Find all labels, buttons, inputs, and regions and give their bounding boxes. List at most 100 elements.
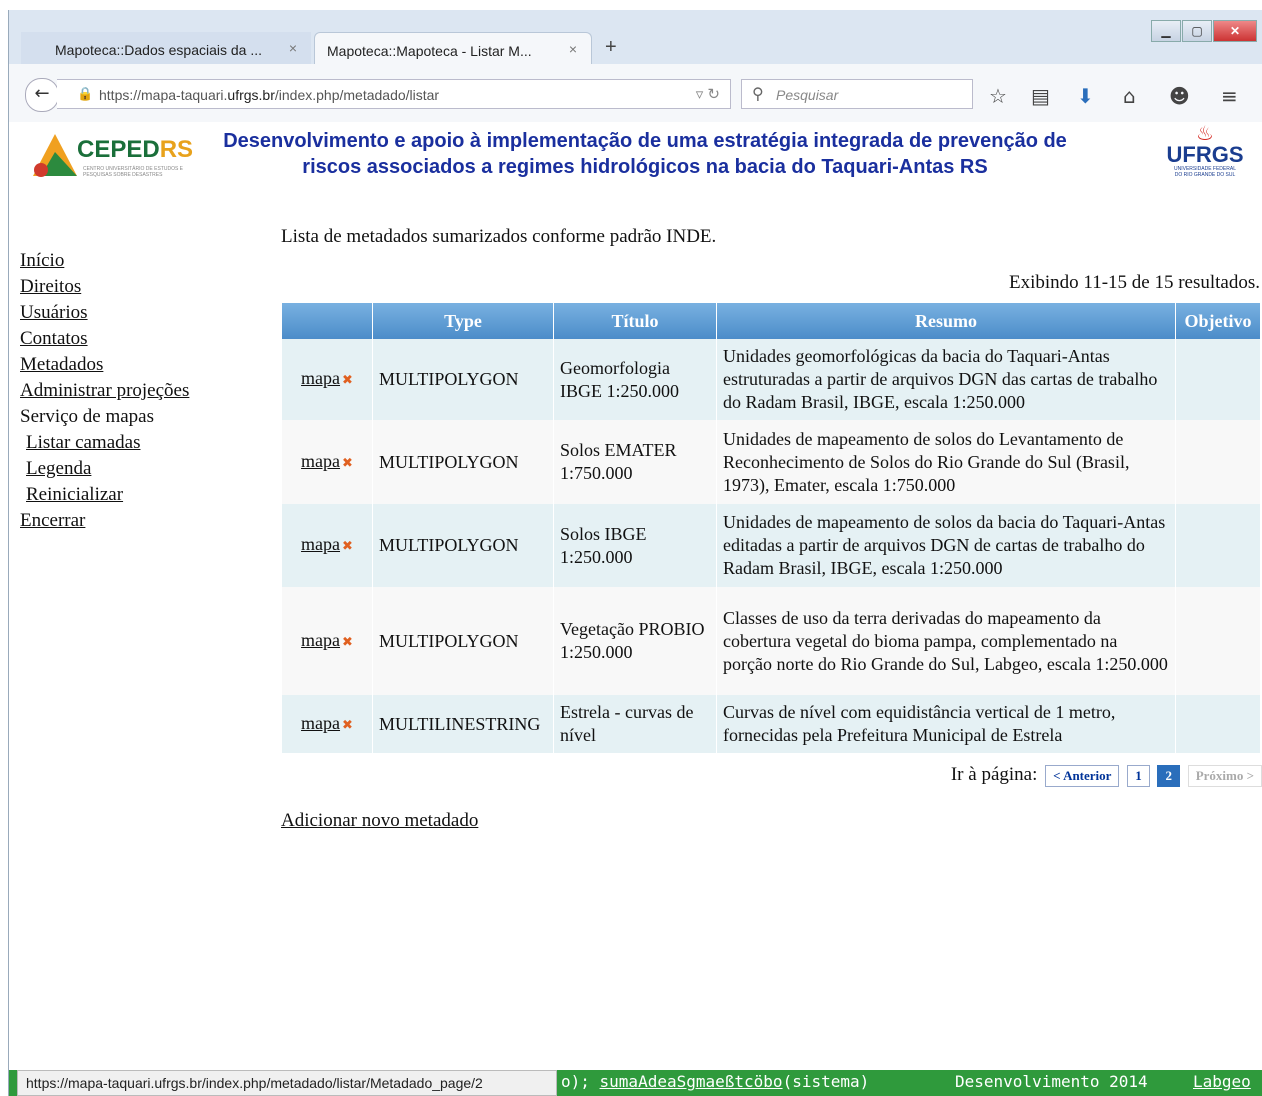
pagination: Ir à página: < Anterior 1 2 Próximo > <box>709 764 1262 787</box>
next-page-button: Próximo > <box>1187 764 1262 787</box>
search-icon: ⚲ <box>752 86 764 103</box>
navigation-bar: ← 🔒 https://mapa-taquari.ufrgs.br/index.… <box>9 64 1262 123</box>
footer-development: Desenvolvimento 2014 <box>955 1072 1148 1091</box>
column-header-type[interactable]: Type <box>372 303 554 339</box>
table-row: mapa ✖ MULTIPOLYGON Geomorfologia IBGE 1:… <box>282 339 1261 420</box>
minimize-icon[interactable]: ▁ <box>1151 20 1181 42</box>
table-row: mapa ✖ MULTIPOLYGON Vegetação PROBIO 1:25… <box>282 587 1261 695</box>
type-cell: MULTIPOLYGON <box>372 339 554 420</box>
browser-window: Mapoteca::Dados espaciais da ... × Mapot… <box>8 10 1262 1096</box>
objetivo-cell <box>1175 504 1261 587</box>
column-header-objetivo[interactable]: Objetivo <box>1175 303 1261 339</box>
page-title: Desenvolvimento e apoio à implementação … <box>223 130 1067 178</box>
type-cell: MULTILINESTRING <box>372 695 554 753</box>
actions-cell: mapa ✖ <box>282 504 373 587</box>
search-input[interactable]: ⚲ Pesquisar <box>741 79 973 109</box>
type-cell: MULTIPOLYGON <box>372 504 554 587</box>
menu-item-administrar-projecoes[interactable]: Administrar projeções <box>20 378 189 404</box>
column-header-resumo[interactable]: Resumo <box>716 303 1176 339</box>
objetivo-cell <box>1175 420 1261 504</box>
back-arrow-icon[interactable]: ← <box>25 78 59 112</box>
tab-label: Mapoteca::Dados espaciais da ... <box>55 42 263 58</box>
cepedrs-brand: CEPEDRS <box>77 136 194 163</box>
chat-icon[interactable]: ☻ <box>1169 84 1190 108</box>
column-header-actions <box>282 303 373 339</box>
tab-close-icon[interactable]: × <box>569 41 577 57</box>
type-cell: MULTIPOLYGON <box>372 420 554 504</box>
tab-close-icon[interactable]: × <box>289 40 297 56</box>
page-2-button[interactable]: 2 <box>1157 764 1180 787</box>
footer-labgeo-link[interactable]: Labgeo <box>1193 1072 1251 1091</box>
actions-cell: mapa ✖ <box>282 420 373 504</box>
table-row: mapa ✖ MULTILINESTRING Estrela - curvas d… <box>282 695 1261 753</box>
table-row: mapa ✖ MULTIPOLYGON Solos IBGE 1:250.000 … <box>282 504 1261 587</box>
delete-icon[interactable]: ✖ <box>342 718 353 733</box>
mapa-link[interactable]: mapa <box>301 534 340 554</box>
bookmark-star-icon[interactable]: ☆ <box>989 84 1007 108</box>
actions-cell: mapa ✖ <box>282 695 373 753</box>
menu-item-contatos[interactable]: Contatos <box>20 326 189 352</box>
status-url: https://mapa-taquari.ufrgs.br/index.php/… <box>17 1070 557 1096</box>
menu-item-direitos[interactable]: Direitos <box>20 274 189 300</box>
menu-item-metadados[interactable]: Metadados <box>20 352 189 378</box>
delete-icon[interactable]: ✖ <box>342 456 353 471</box>
delete-icon[interactable]: ✖ <box>342 635 353 650</box>
menu-icon[interactable]: ≡ <box>1221 84 1238 108</box>
mapa-link[interactable]: mapa <box>301 713 340 733</box>
new-tab-icon[interactable]: + <box>605 36 617 59</box>
menu-item-reinicializar[interactable]: Reinicializar <box>20 482 189 508</box>
tab-label: Mapoteca::Mapoteca - Listar M... <box>327 43 532 59</box>
actions-cell: mapa ✖ <box>282 587 373 695</box>
resumo-cell: Unidades geomorfológicas da bacia do Taq… <box>716 339 1176 420</box>
actions-cell: mapa ✖ <box>282 339 373 420</box>
close-window-icon[interactable]: ✕ <box>1213 20 1257 42</box>
page-content: CEPEDRS CENTRO UNIVERSITÁRIO DE ESTUDOS … <box>9 122 1262 1076</box>
cepedrs-subtitle: CENTRO UNIVERSITÁRIO DE ESTUDOS E PESQUI… <box>83 166 184 178</box>
menu-item-inicio[interactable]: Início <box>20 248 189 274</box>
results-summary: Exibindo 11-15 de 15 resultados. <box>1008 272 1260 293</box>
titulo-cell: Estrela - curvas de nível <box>553 695 717 753</box>
delete-icon[interactable]: ✖ <box>342 539 353 554</box>
mapa-link[interactable]: mapa <box>301 451 340 471</box>
objetivo-cell <box>1175 339 1261 420</box>
tab-listar-metadados[interactable]: Mapoteca::Mapoteca - Listar M... × <box>314 32 592 64</box>
menu-item-usuarios[interactable]: Usuários <box>20 300 189 326</box>
download-icon[interactable]: ⬇ <box>1077 84 1094 108</box>
delete-icon[interactable]: ✖ <box>342 373 353 388</box>
search-placeholder: Pesquisar <box>776 87 839 103</box>
page-1-button[interactable]: 1 <box>1127 764 1150 787</box>
footer-user-link[interactable]: sumaAdeaSgmaeßtcöbo <box>600 1072 783 1091</box>
footer-bar: https://mapa-taquari.ufrgs.br/index.php/… <box>9 1070 1262 1096</box>
menu-heading-servico-mapas: Serviço de mapas <box>20 406 155 427</box>
flame-icon: ♨ <box>1196 123 1214 145</box>
titulo-cell: Vegetação PROBIO 1:250.000 <box>553 587 717 695</box>
resumo-cell: Classes de uso da terra derivadas do map… <box>716 587 1176 695</box>
add-new-metadata-link[interactable]: Adicionar novo metadado <box>281 810 478 832</box>
reading-list-icon[interactable]: ▤ <box>1031 84 1050 108</box>
previous-page-button[interactable]: < Anterior <box>1045 764 1120 787</box>
titulo-cell: Solos IBGE 1:250.000 <box>553 504 717 587</box>
resumo-cell: Curvas de nível com equidistância vertic… <box>716 695 1176 753</box>
tab-bar: Mapoteca::Dados espaciais da ... × Mapot… <box>9 10 1262 64</box>
home-icon[interactable]: ⌂ <box>1123 84 1136 108</box>
sidebar-menu: Início Direitos Usuários Contatos Metada… <box>20 248 189 534</box>
mapa-link[interactable]: mapa <box>301 630 340 650</box>
titulo-cell: Solos EMATER 1:750.000 <box>553 420 717 504</box>
menu-item-legenda[interactable]: Legenda <box>20 456 189 482</box>
type-cell: MULTIPOLYGON <box>372 587 554 695</box>
address-bar[interactable]: 🔒 https://mapa-taquari.ufrgs.br/index.ph… <box>57 79 731 109</box>
column-header-titulo[interactable]: Título <box>553 303 717 339</box>
mapa-link[interactable]: mapa <box>301 368 340 388</box>
ufrgs-logo: ♨ UFRGS UNIVERSIDADE FEDERAL DO RIO GRAN… <box>1159 124 1251 184</box>
cepedrs-emblem-icon <box>33 134 77 177</box>
tab-dados-espaciais[interactable]: Mapoteca::Dados espaciais da ... × <box>21 32 311 64</box>
table-row: mapa ✖ MULTIPOLYGON Solos EMATER 1:750.00… <box>282 420 1261 504</box>
objetivo-cell <box>1175 587 1261 695</box>
maximize-icon[interactable]: ▢ <box>1182 20 1212 42</box>
pagination-label: Ir à página: <box>950 764 1038 785</box>
menu-item-encerrar[interactable]: Encerrar <box>20 508 189 534</box>
menu-item-listar-camadas[interactable]: Listar camadas <box>20 430 189 456</box>
footer-user-info: o); sumaAdeaSgmaeßtcöbo(sistema) <box>561 1072 870 1091</box>
reload-icon[interactable]: ▿ ↻ <box>696 85 720 103</box>
titulo-cell: Geomorfologia IBGE 1:250.000 <box>553 339 717 420</box>
